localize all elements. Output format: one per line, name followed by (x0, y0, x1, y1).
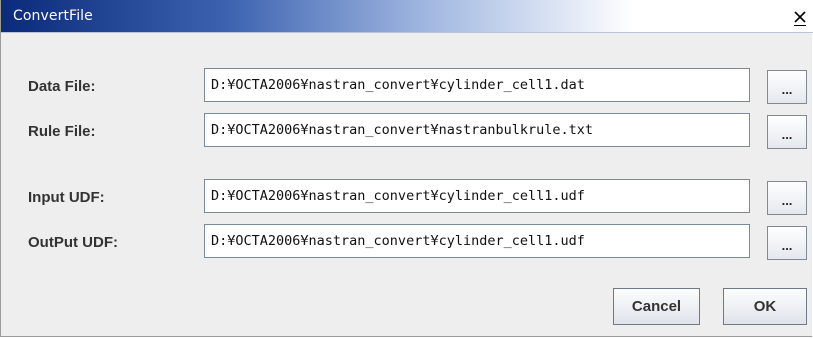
input-udf-row: Input UDF: D:¥OCTA2006¥nastran_convert¥c… (1, 179, 813, 219)
output-udf-browse-button[interactable]: ... (767, 226, 807, 260)
close-button[interactable] (789, 7, 811, 27)
rule-file-input[interactable]: D:¥OCTA2006¥nastran_convert¥nastranbulkr… (204, 113, 750, 147)
window-title: ConvertFile (13, 8, 93, 24)
title-bar[interactable]: ConvertFile (1, 0, 813, 33)
data-file-browse-button[interactable]: ... (767, 70, 807, 104)
rule-file-row: Rule File: D:¥OCTA2006¥nastran_convert¥n… (1, 113, 813, 153)
output-udf-input[interactable]: D:¥OCTA2006¥nastran_convert¥cylinder_cel… (204, 224, 750, 258)
input-udf-input[interactable]: D:¥OCTA2006¥nastran_convert¥cylinder_cel… (204, 179, 750, 213)
cancel-button[interactable]: Cancel (613, 288, 700, 325)
input-udf-label: Input UDF: (28, 189, 105, 206)
data-file-row: Data File: D:¥OCTA2006¥nastran_convert¥c… (1, 68, 813, 108)
close-mnemonic-underline (794, 25, 806, 26)
convert-file-dialog: ConvertFile Data File: D:¥OCTA2006¥nastr… (0, 0, 813, 337)
input-udf-browse-button[interactable]: ... (767, 181, 807, 215)
close-x-icon (794, 11, 806, 23)
data-file-label: Data File: (28, 78, 96, 95)
rule-file-browse-button[interactable]: ... (767, 115, 807, 149)
output-udf-label: OutPut UDF: (28, 234, 118, 251)
ok-button[interactable]: OK (723, 288, 807, 325)
output-udf-row: OutPut UDF: D:¥OCTA2006¥nastran_convert¥… (1, 224, 813, 264)
rule-file-label: Rule File: (28, 123, 96, 140)
data-file-input[interactable]: D:¥OCTA2006¥nastran_convert¥cylinder_cel… (204, 68, 750, 102)
